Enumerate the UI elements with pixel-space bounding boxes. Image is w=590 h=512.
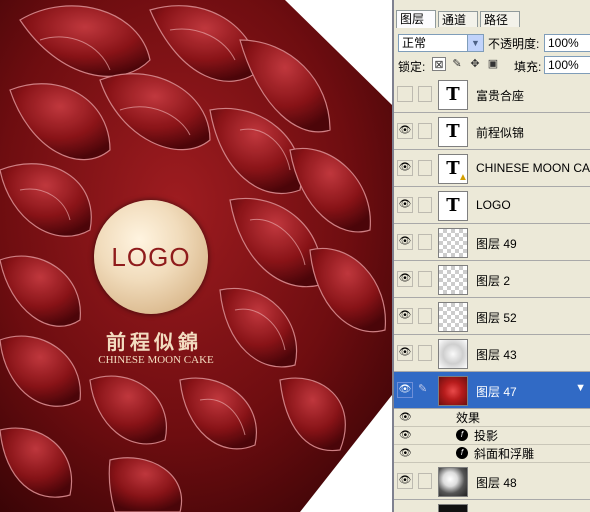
eye-icon[interactable]: 👁 [399,411,412,425]
layer-name: CHINESE MOON CAKE [476,161,590,175]
logo-emblem: LOGO [94,200,208,314]
layer-row-partial[interactable] [394,500,590,512]
eye-icon[interactable]: 👁 [397,382,413,398]
layer-row[interactable]: 👁 图层 49 [394,224,590,261]
chevron-down-icon[interactable]: ▼ [467,35,483,51]
blend-mode-select[interactable]: 正常 ▼ [398,34,484,52]
effect-row[interactable]: 👁 f 投影 [394,427,590,445]
layer-thumbnail [438,339,468,369]
warning-icon: ▲ [458,172,468,183]
layer-thumbnail [438,302,468,332]
lock-transparent-icon[interactable]: ⊠ [432,57,446,71]
fx-icon: f [456,447,468,459]
text-layer-icon: T [438,80,468,110]
layers-panel: 图层 通道 路径 正常 ▼ 不透明度: 100% 锁定: ⊠ ✎ ✥ ▣ 填充:… [392,0,590,512]
brush-icon: ✎ [418,383,428,395]
opacity-input[interactable]: 100% [544,34,590,52]
layer-thumbnail [438,228,468,258]
effect-row[interactable]: 👁 f 斜面和浮雕 [394,445,590,463]
link-toggle[interactable] [418,160,432,176]
blend-mode-value: 正常 [402,36,427,50]
link-toggle[interactable] [418,197,432,213]
link-toggle[interactable] [418,86,432,102]
link-toggle[interactable] [418,123,432,139]
eye-icon[interactable]: 👁 [399,447,412,461]
logo-text: LOGO [111,241,191,272]
link-toggle[interactable] [418,234,432,250]
lock-all-icon[interactable]: ▣ [486,57,500,71]
link-toggle[interactable] [418,345,432,361]
lock-paint-icon[interactable]: ✎ [450,57,464,71]
layer-thumbnail [438,265,468,295]
layer-name: 图层 48 [476,476,517,490]
layer-thumbnail [438,504,468,512]
layer-name: 图层 2 [476,274,511,288]
fill-input[interactable]: 100% [544,56,590,74]
brand-chinese-title: 前程似錦 [106,330,202,354]
tab-layers[interactable]: 图层 [396,10,436,28]
text-layer-icon: T [438,117,468,147]
tab-channels[interactable]: 通道 [438,11,478,27]
layer-row[interactable]: T 富贵合座 [394,76,590,113]
layer-row[interactable]: 👁 图层 2 [394,261,590,298]
layer-row[interactable]: 👁 T ▲ CHINESE MOON CAKE [394,150,590,187]
effects-header-row[interactable]: 👁 效果 [394,409,590,427]
fx-icon: f [456,429,468,441]
eye-icon[interactable]: 👁 [397,160,413,176]
layer-name: LOGO [476,198,511,212]
layer-row[interactable]: 👁 T LOGO [394,187,590,224]
fill-label: 填充: [514,60,542,74]
effects-label: 效果 [456,411,481,425]
layer-row-selected[interactable]: 👁 ✎ 图层 47 ▼ [394,372,590,409]
panel-tabs: 图层 通道 路径 [394,0,590,28]
eye-icon[interactable]: 👁 [397,345,413,361]
text-layer-icon: T [438,191,468,221]
layer-name: 富贵合座 [476,89,525,103]
layer-thumbnail [438,467,468,497]
document-canvas[interactable]: LOGO 前程似錦 CHINESE MOON CAKE [0,0,392,512]
layer-name: 图层 52 [476,311,517,325]
expand-effects-icon[interactable]: ▼ [575,382,586,394]
layer-row[interactable]: 👁 图层 43 [394,335,590,372]
link-toggle[interactable] [418,308,432,324]
link-toggle[interactable] [418,271,432,287]
eye-icon[interactable]: 👁 [397,234,413,250]
visibility-toggle[interactable] [397,86,413,102]
layer-name: 图层 49 [476,237,517,251]
layer-name: 图层 43 [476,348,517,362]
effect-name: 投影 [474,429,499,443]
opacity-label: 不透明度: [488,37,540,51]
brand-english-title: CHINESE MOON CAKE [98,354,214,366]
eye-icon[interactable]: 👁 [397,197,413,213]
eye-icon[interactable]: 👁 [397,271,413,287]
layer-row[interactable]: 👁 T 前程似锦 [394,113,590,150]
layer-name: 图层 47 [476,385,517,399]
eye-icon[interactable]: 👁 [399,429,412,443]
lock-label: 锁定: [398,60,426,74]
eye-icon[interactable]: 👁 [397,308,413,324]
layer-row[interactable]: 👁 图层 48 [394,463,590,500]
layer-row[interactable]: 👁 图层 52 [394,298,590,335]
lock-move-icon[interactable]: ✥ [468,57,482,71]
layer-thumbnail [438,376,468,406]
eye-icon[interactable]: 👁 [397,473,413,489]
tab-paths[interactable]: 路径 [480,11,520,27]
eye-icon[interactable]: 👁 [397,123,413,139]
layer-name: 前程似锦 [476,126,525,140]
link-toggle[interactable] [418,473,432,489]
effect-name: 斜面和浮雕 [474,447,535,461]
